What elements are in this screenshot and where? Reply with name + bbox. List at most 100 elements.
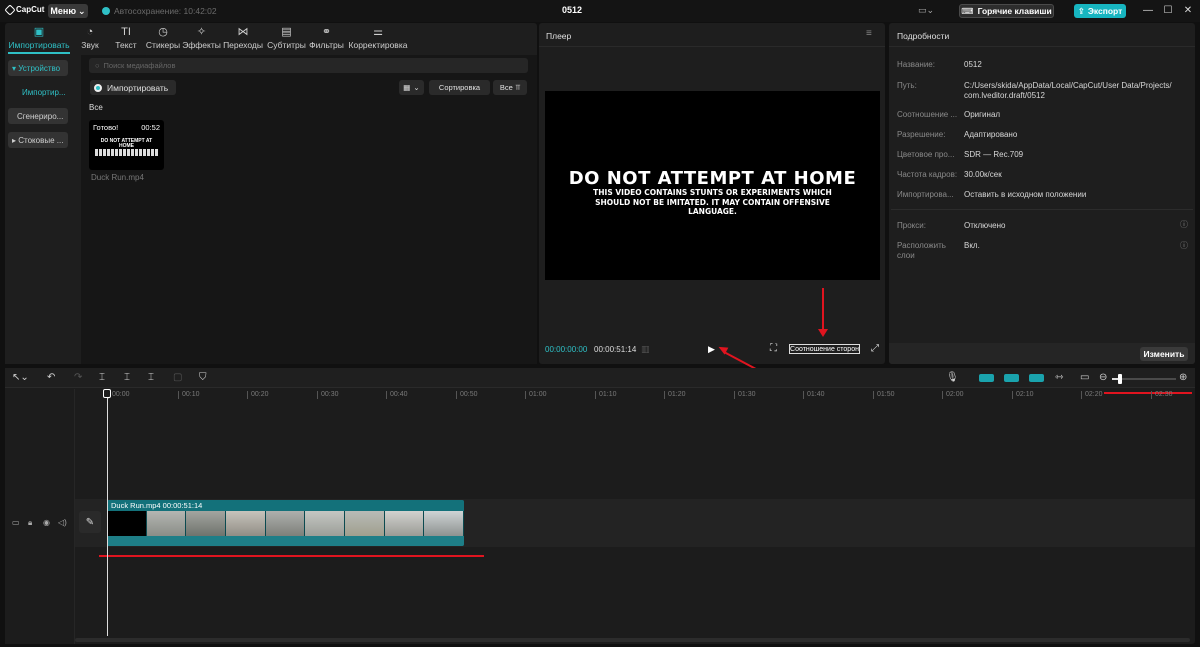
grid-icon[interactable]: ▥ <box>641 344 650 355</box>
delete-icon[interactable]: ▢ <box>173 372 182 384</box>
delete-right-icon[interactable]: ⌶ <box>148 372 154 384</box>
sidebar-item-import[interactable]: Импортир... <box>8 84 68 100</box>
sidebar-item-generated[interactable]: Сгенериро... <box>8 108 68 124</box>
ruler-tick-label: 02:30 <box>1155 391 1173 398</box>
close-icon[interactable]: ✕ <box>1181 4 1195 18</box>
speaker-icon[interactable]: ◁) <box>58 518 67 527</box>
sidebar-item-stock[interactable]: ▸ Стоковые ... <box>8 132 68 148</box>
detail-key: Разрешение: <box>897 130 946 139</box>
linkage-icon[interactable] <box>1029 374 1044 382</box>
filters-icon: ⚭ <box>321 26 332 38</box>
minimize-icon[interactable]: — <box>1141 4 1155 18</box>
clip-name: Duck Run.mp4 <box>91 173 144 182</box>
horizontal-scrollbar[interactable] <box>75 638 1190 642</box>
active-tab-indicator <box>8 52 70 54</box>
crop-icon[interactable]: ⛶ <box>770 343 777 354</box>
sort-button[interactable]: Сортировка <box>429 80 490 95</box>
audio-icon: ◔ <box>86 26 94 38</box>
delete-left-icon[interactable]: ⌶ <box>124 372 130 384</box>
timeline-clip[interactable]: Duck Run.mp4 00:00:51:14 <box>107 500 464 546</box>
grid-view-icon: ▦ <box>403 83 411 92</box>
undo-icon[interactable]: ↶ <box>47 372 55 384</box>
fullscreen-icon[interactable]: ⤢ <box>871 343 879 354</box>
detail-key: Цветовое про... <box>897 150 955 159</box>
detail-key: Путь: <box>897 81 917 90</box>
section-label: Все <box>89 103 103 112</box>
ruler-tick-label: 00:40 <box>390 391 408 398</box>
export-icon: ⇪ <box>1077 5 1085 16</box>
filter-button[interactable]: Все ⫪ <box>493 80 527 95</box>
tab-filters[interactable]: ⚭ Фильтры <box>309 24 344 51</box>
info-icon[interactable]: ⓘ <box>1180 240 1188 251</box>
clip-duration: 00:52 <box>141 123 160 132</box>
import-label: Импортировать <box>107 82 169 93</box>
detail-key: Расположить <box>897 241 946 250</box>
import-button[interactable]: Импортировать <box>90 80 176 95</box>
tab-adjust[interactable]: ⚌ Корректировка <box>348 24 408 51</box>
tab-effects[interactable]: ✧ Эффекты <box>182 24 221 51</box>
export-button[interactable]: ⇪ Экспорт <box>1074 4 1126 18</box>
annotation-arrow-head <box>818 329 828 337</box>
ruler-tick <box>247 391 248 399</box>
ruler-tick <box>803 391 804 399</box>
info-icon[interactable]: ⓘ <box>1180 219 1188 230</box>
tab-captions[interactable]: ▤ Субтитры <box>267 24 306 51</box>
split-icon[interactable]: ⌶ <box>99 372 105 384</box>
text-icon: TI <box>121 26 131 38</box>
sidebar-item-device[interactable]: ▾ Устройство <box>8 60 68 76</box>
app-name: CapCut <box>16 5 45 14</box>
media-sidebar <box>5 55 81 364</box>
playhead-handle[interactable] <box>103 389 111 398</box>
ruler-tick-label: 00:50 <box>460 391 478 398</box>
project-title: 0512 <box>562 5 583 15</box>
detail-key: Импортирова... <box>897 190 954 199</box>
auto-snap-icon[interactable] <box>1004 374 1019 382</box>
ruler-tick-label: 00:00 <box>112 391 130 398</box>
menu-button[interactable]: Меню ⌄ <box>48 4 88 18</box>
hotkeys-button[interactable]: ⌨ Горячие клавиши <box>959 4 1054 18</box>
search-placeholder: Поиск медиафайлов <box>103 61 176 70</box>
maximize-icon[interactable]: ☐ <box>1161 4 1175 18</box>
ruler-tick-label: 01:40 <box>807 391 825 398</box>
select-cursor-icon[interactable]: ↖⌄ <box>12 372 29 384</box>
divider <box>891 209 1193 210</box>
eye-icon[interactable]: ◉ <box>43 518 50 527</box>
tab-label: Стикеры <box>145 40 181 50</box>
playhead[interactable] <box>107 390 108 636</box>
detail-value: Отключено <box>964 221 1006 230</box>
microphone-icon[interactable]: 🎙 <box>946 372 959 384</box>
edit-cover-button[interactable]: ✎ <box>79 511 101 533</box>
tab-audio[interactable]: ◔ Звук <box>81 24 99 51</box>
view-toggle-button[interactable]: ▦ ⌄ <box>399 80 424 95</box>
lock-icon[interactable]: 🔒︎ <box>28 518 32 528</box>
media-clip-thumbnail[interactable]: Готово! 00:52 DO NOT ATTEMPT AT HOME <box>89 120 164 170</box>
track-cover-icon[interactable]: ▭ <box>12 518 20 527</box>
tab-import[interactable]: ▣ Импортировать <box>8 24 70 51</box>
redo-icon[interactable]: ↷ <box>74 372 82 384</box>
captions-icon: ▤ <box>281 26 292 38</box>
transitions-icon: ⋈ <box>237 26 249 38</box>
keyboard-icon: ⌨ <box>961 5 974 16</box>
tab-sticker[interactable]: ◷ Стикеры <box>145 24 181 51</box>
zoom-out-icon[interactable]: ⊖ <box>1099 372 1107 384</box>
current-time: 00:00:00:00 <box>545 345 588 354</box>
ruler-tick-label: 01:50 <box>877 391 895 398</box>
zoom-slider-handle[interactable] <box>1118 374 1122 384</box>
edit-button[interactable]: Изменить <box>1140 347 1188 361</box>
preview-axis-icon[interactable]: ⇿ <box>1055 372 1063 384</box>
search-input[interactable]: ○ Поиск медиафайлов <box>89 58 528 73</box>
autosave-status: Автосохранение: 10:42:02 <box>102 6 217 16</box>
search-icon: ○ <box>95 61 100 70</box>
play-icon[interactable]: ▶ <box>708 344 715 355</box>
caption-icon[interactable]: ▭ <box>1080 372 1089 384</box>
capcut-logo-icon <box>4 3 16 16</box>
layout-icon[interactable]: ▭⌄ <box>918 5 938 16</box>
aspect-ratio-button[interactable]: Соотношение сторон <box>789 344 860 354</box>
tab-text[interactable]: TI Текст <box>115 24 137 51</box>
mark-icon[interactable]: ⛉ <box>199 372 207 384</box>
tab-transitions[interactable]: ⋈ Переходы <box>223 24 263 51</box>
ruler-tick <box>942 391 943 399</box>
ruler-tick-label: 02:10 <box>1016 391 1034 398</box>
main-track-magnet-icon[interactable] <box>979 374 994 382</box>
zoom-in-icon[interactable]: ⊕ <box>1179 372 1187 384</box>
